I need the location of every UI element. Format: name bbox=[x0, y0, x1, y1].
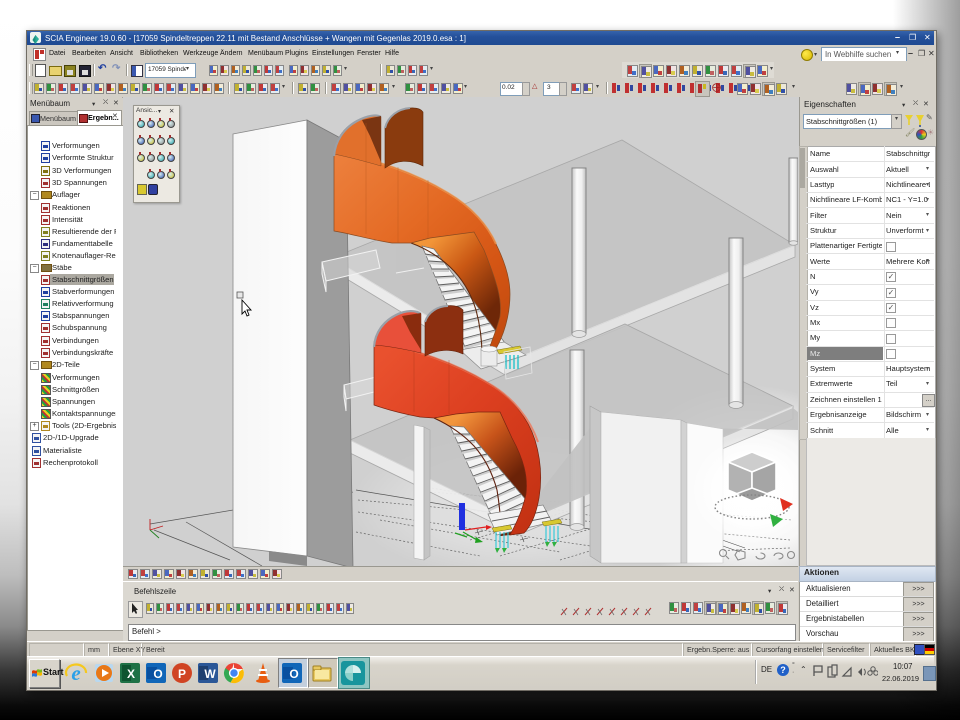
svg-text:O: O bbox=[289, 667, 298, 681]
svg-text:W: W bbox=[204, 667, 216, 681]
svg-text:P: P bbox=[178, 667, 186, 681]
svg-text:X: X bbox=[127, 667, 135, 681]
svg-text:O: O bbox=[153, 667, 162, 681]
